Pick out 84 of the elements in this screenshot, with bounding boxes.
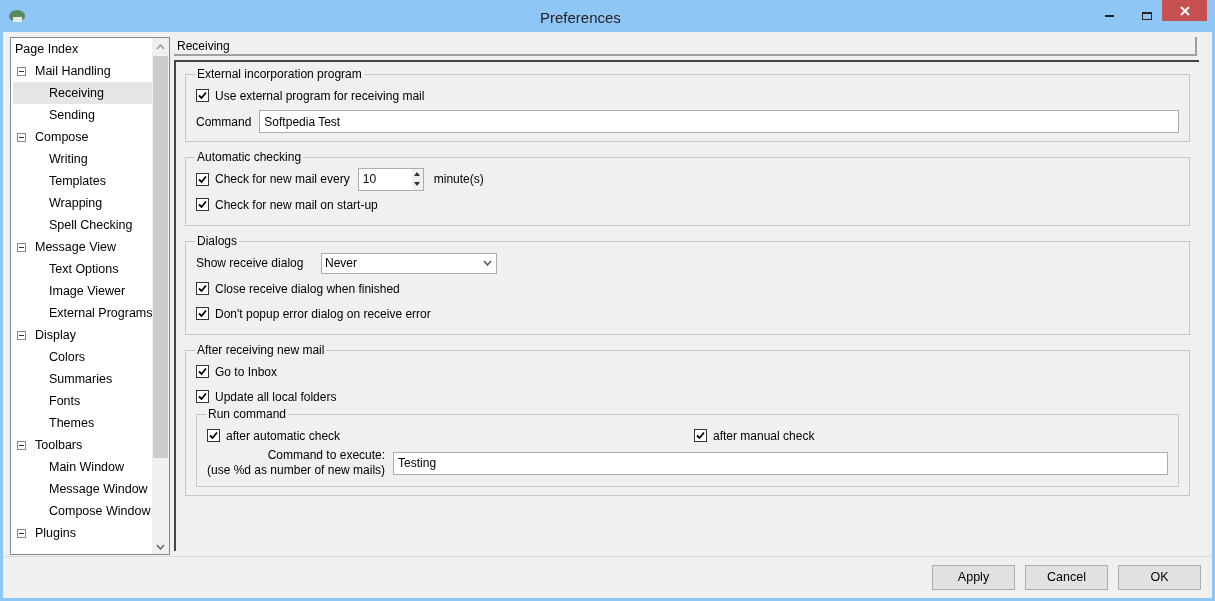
tree-item[interactable]: Receiving	[13, 82, 152, 104]
tree-item[interactable]: Colors	[13, 346, 152, 368]
group-title: Automatic checking	[196, 149, 303, 166]
checkmark-icon	[198, 309, 207, 318]
unit-label: minute(s)	[433, 171, 484, 188]
group-title: Dialogs	[196, 233, 239, 250]
field-label: Command to execute:	[267, 448, 386, 463]
dialog-button[interactable]: OK	[1118, 565, 1201, 590]
tree-item[interactable]: Image Viewer	[13, 280, 152, 302]
checkbox[interactable]	[196, 89, 209, 102]
tree-item[interactable]: Summaries	[13, 368, 152, 390]
checkbox-label: Go to Inbox	[215, 363, 278, 381]
checkbox[interactable]	[196, 390, 209, 403]
interval-value: 10	[361, 170, 378, 188]
field-label: Command	[196, 113, 252, 131]
checkmark-icon	[198, 200, 207, 209]
collapse-toggle[interactable]	[17, 132, 26, 142]
checkmark-icon	[198, 284, 207, 293]
dialog-button[interactable]: Apply	[932, 565, 1015, 590]
group-title: After receiving new mail	[196, 342, 326, 359]
checkbox-label: Close receive dialog when finished	[215, 280, 400, 298]
collapse-toggle[interactable]	[17, 242, 26, 252]
scrollbar[interactable]	[152, 38, 169, 554]
tree-item[interactable]: Compose Window	[13, 500, 152, 522]
tree-item[interactable]: Compose	[35, 127, 89, 147]
checkbox-label: after manual check	[713, 427, 815, 445]
tree-item[interactable]: Templates	[13, 170, 152, 192]
tree-item[interactable]: Wrapping	[13, 192, 152, 214]
checkbox-label: Check for new mail on start-up	[215, 196, 378, 214]
tree-item[interactable]: Display	[35, 325, 76, 345]
tree-item[interactable]: Fonts	[13, 390, 152, 412]
checkbox-label: after automatic check	[226, 427, 341, 445]
checkbox[interactable]	[694, 429, 707, 442]
collapse-toggle[interactable]	[17, 440, 26, 450]
close-button[interactable]	[1162, 0, 1207, 21]
checkmark-icon	[198, 91, 207, 100]
group-title: Run command	[207, 406, 288, 423]
checkmark-icon	[198, 392, 207, 401]
checkbox[interactable]	[196, 307, 209, 320]
spin-down-icon[interactable]	[414, 182, 421, 187]
collapse-toggle[interactable]	[17, 66, 26, 76]
command-field[interactable]: Softpedia Test	[259, 110, 1179, 133]
checkmark-icon	[696, 431, 705, 440]
collapse-toggle[interactable]	[17, 330, 26, 340]
checkmark-icon	[198, 174, 207, 184]
close-icon	[1179, 5, 1190, 16]
checkbox[interactable]	[196, 282, 209, 295]
checkmark-icon	[198, 367, 207, 376]
tree-item[interactable]: External Programs	[13, 302, 152, 324]
tree-item[interactable]: Message Window	[13, 478, 152, 500]
dialog-button[interactable]: Cancel	[1025, 565, 1108, 590]
checkbox-label: Use external program for receiving mail	[215, 87, 425, 105]
app-icon	[8, 8, 26, 24]
checkbox[interactable]	[207, 429, 220, 442]
tree-item[interactable]: Writing	[13, 148, 152, 170]
command-field[interactable]: Testing	[393, 451, 1168, 475]
tree-item[interactable]: Plugins	[35, 523, 76, 543]
group-title: External incorporation program	[196, 66, 363, 83]
window-title: Preferences	[540, 8, 621, 28]
checkbox-label: Check for new mail every	[215, 171, 350, 188]
checkbox-label: Don't popup error dialog on receive error	[215, 305, 431, 323]
collapse-toggle[interactable]	[17, 528, 26, 538]
tree-item[interactable]: Mail Handling	[35, 61, 111, 81]
checkbox[interactable]	[196, 172, 209, 186]
tree-item[interactable]: Spell Checking	[13, 214, 152, 236]
checkbox[interactable]	[196, 198, 209, 211]
scroll-down-icon[interactable]	[156, 544, 165, 550]
checkbox[interactable]	[196, 365, 209, 378]
interval-spinner[interactable]: 10	[357, 167, 424, 191]
field-label: Show receive dialog	[196, 255, 305, 272]
checkbox-label: Update all local folders	[215, 388, 337, 406]
page-title: Receiving	[177, 37, 230, 55]
dropdown[interactable]: Never	[321, 252, 497, 274]
tree-item[interactable]: Themes	[13, 412, 152, 434]
tree-item[interactable]: Text Options	[13, 258, 152, 280]
tree-item[interactable]: Main Window	[13, 456, 152, 478]
panel-heading: Page Index	[14, 41, 80, 58]
tree-item[interactable]: Sending	[13, 104, 152, 126]
tree-item[interactable]: Toolbars	[35, 435, 83, 455]
checkmark-icon	[209, 431, 218, 440]
field-hint: (use %d as number of new mails)	[207, 463, 386, 478]
spin-up-icon[interactable]	[414, 171, 421, 176]
tree-item[interactable]: Message View	[35, 237, 117, 257]
scrollbar-thumb[interactable]	[153, 56, 168, 458]
